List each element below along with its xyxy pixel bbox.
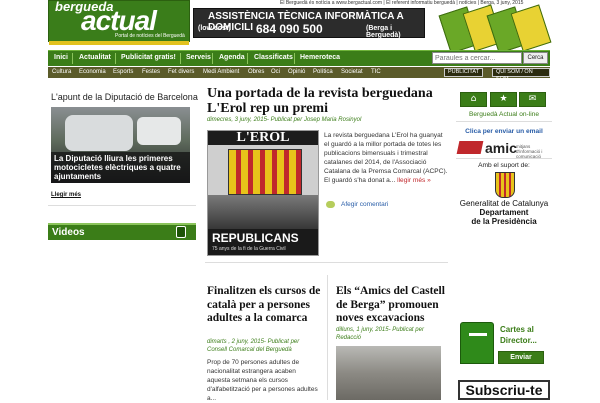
nav-separator: [294, 53, 295, 64]
category-festes[interactable]: Festes: [142, 69, 160, 75]
banner-lowcost: (low cost): [198, 25, 231, 32]
nav-item-inici[interactable]: Inici: [54, 54, 68, 61]
category-medi-ambient[interactable]: Medi Ambient: [203, 69, 239, 75]
publicitat-button[interactable]: PUBLICITAT: [444, 68, 483, 77]
letters-to-editor-label[interactable]: Cartes al Director...: [500, 324, 546, 346]
divider: [327, 275, 328, 400]
add-comment-label: Afegir comentari: [341, 201, 389, 209]
generalitat-name: Generalitat de Catalunya: [459, 199, 549, 208]
article-title[interactable]: Els “Amics del Castell de Berga” promoue…: [336, 285, 452, 326]
diputacio-read-more-link[interactable]: Llegir més: [51, 192, 81, 198]
estelada-flag-shape: [228, 149, 302, 195]
nav-separator: [212, 53, 213, 64]
divider: [205, 262, 448, 263]
cover-footer: REPUBLICANS 75 anys de la fi de la Guerr…: [208, 229, 318, 255]
category-nav: Cultura Economia Esports Festes Fet dive…: [48, 67, 550, 82]
nav-item-classificats[interactable]: Classificats: [254, 54, 293, 61]
generalitat-shield-icon: [495, 172, 515, 198]
category-economia[interactable]: Economia: [79, 69, 106, 75]
motorcycle-shape: [65, 115, 133, 151]
star-icon: ★: [499, 94, 508, 104]
nav-separator: [180, 53, 181, 64]
online-label: Berguedà Actual on-line: [468, 111, 540, 118]
home-button[interactable]: ⌂: [460, 92, 487, 107]
envelope-icon: ✉: [528, 94, 537, 104]
email-button[interactable]: ✉: [519, 92, 546, 107]
category-cultura[interactable]: Cultura: [52, 69, 71, 75]
qui-som-button[interactable]: QUI SOM / ON SOM: [492, 68, 550, 82]
category-politica[interactable]: Política: [313, 69, 333, 75]
mailbox-icon: [460, 322, 494, 364]
article-body: Prop de 70 persones adultes de nacionali…: [207, 359, 318, 402]
article-title[interactable]: Finalitzen els cursos de català per a pe…: [207, 285, 327, 326]
comment-bubble-icon: [326, 201, 335, 208]
videos-title: Videos: [52, 227, 85, 238]
email-link[interactable]: Clica per enviar un email: [456, 128, 552, 135]
main-article-read-more-link[interactable]: llegir més »: [397, 177, 431, 184]
magazine-covers-image[interactable]: [438, 4, 552, 54]
nav-separator: [72, 53, 73, 64]
search-input[interactable]: [432, 52, 522, 64]
nav-separator: [247, 53, 248, 64]
nav-item-agenda[interactable]: Agenda: [219, 54, 245, 61]
nav-item-actualitat[interactable]: Actualitat: [79, 54, 111, 61]
cover-headline: REPUBLICANS: [212, 231, 299, 245]
banner-phone: 684 090 500: [256, 22, 323, 36]
subscribe-button[interactable]: Subscriu-te: [458, 380, 550, 400]
divider: [456, 158, 552, 159]
generalitat-logo[interactable]: Generalitat de Catalunya Departament de …: [456, 199, 552, 226]
category-oci[interactable]: Oci: [271, 69, 280, 75]
nav-item-publicitat[interactable]: Publicitat gratis!: [121, 54, 176, 61]
motorcycle-shape: [137, 117, 181, 145]
main-article-title[interactable]: Una portada de la revista berguedana L'E…: [207, 86, 447, 116]
main-article-image[interactable]: L'EROL REPUBLICANS 75 anys de la fi de l…: [207, 130, 319, 256]
home-icon: ⌂: [470, 94, 477, 104]
generalitat-department: Departament: [479, 208, 529, 217]
generalitat-presidency: de la Presidència: [471, 217, 537, 226]
amic-subtitle: mitjans d'informació i comunicació: [516, 144, 543, 159]
logo-sub-text: Portal de notícies del Berguedà: [115, 33, 185, 39]
category-fet-divers[interactable]: Fet divers: [168, 69, 194, 75]
diputacio-section-title: L'apunt de la Diputació de Barcelona: [51, 92, 198, 102]
crowd-shape: [208, 195, 318, 231]
main-article-body: La revista berguedana L'Erol ha guanyat …: [324, 131, 448, 185]
logo-underline: [49, 41, 189, 45]
nav-item-hemeroteca[interactable]: Hemeroteca: [300, 54, 340, 61]
mailbox-slot: [469, 333, 487, 336]
header-ad-banner[interactable]: ASSISTÈNCIA TÈCNICA INFORMÀTICA A DOMICI…: [193, 8, 425, 39]
favorite-button[interactable]: ★: [490, 92, 517, 107]
diputacio-news-caption[interactable]: La Diputació lliura les primeres motocic…: [51, 152, 190, 183]
support-label: Amb el suport de:: [478, 162, 530, 169]
article-meta: dimarts , 2 juny, 2015- Publicat per Con…: [207, 339, 300, 353]
amic-logo-icon: [456, 141, 484, 154]
divider: [456, 121, 552, 122]
castell-excavation-photo[interactable]: [336, 346, 441, 400]
cover-subline: 75 anys de la fi de la Guerra Civil: [212, 246, 286, 252]
article-meta: dilluns, 1 juny, 2015- Publicat per Reda…: [336, 327, 424, 341]
nav-separator: [115, 53, 116, 64]
main-article-meta: dimecres, 3 juny, 2015- Publicat per Jos…: [207, 117, 362, 123]
videos-section-header[interactable]: Videos: [48, 223, 196, 240]
site-logo[interactable]: bergueda actual Portal de notícies del B…: [48, 0, 190, 45]
nav-item-serveis[interactable]: Serveis: [186, 54, 211, 61]
video-icon: [176, 226, 186, 238]
add-comment-link[interactable]: Afegir comentari: [326, 201, 388, 208]
category-tic[interactable]: TIC: [371, 69, 381, 75]
category-opinio[interactable]: Opinió: [288, 69, 305, 75]
amic-logo-text[interactable]: amic: [485, 140, 517, 156]
search-button[interactable]: Cerca: [523, 52, 548, 64]
category-obres[interactable]: Obres: [248, 69, 264, 75]
category-esports[interactable]: Esports: [113, 69, 133, 75]
banner-place: (Berga i Berguedà): [366, 25, 401, 39]
cover-masthead: L'EROL: [208, 131, 318, 145]
send-letter-button[interactable]: Enviar: [498, 351, 544, 364]
category-societat[interactable]: Societat: [341, 69, 363, 75]
divider: [48, 205, 196, 206]
